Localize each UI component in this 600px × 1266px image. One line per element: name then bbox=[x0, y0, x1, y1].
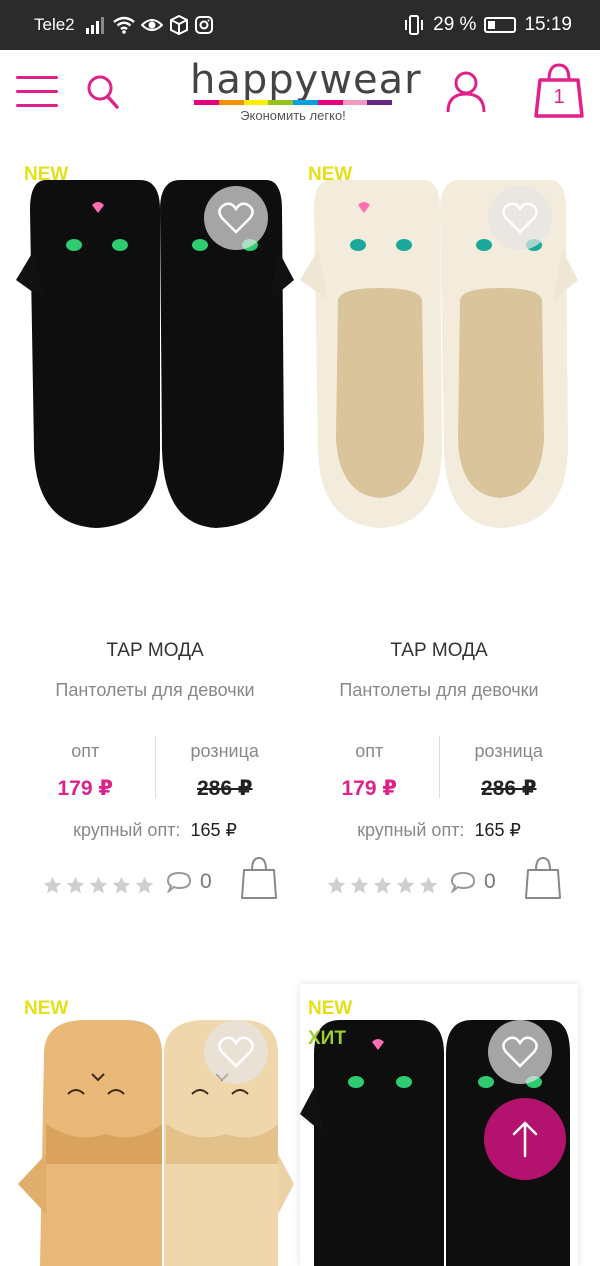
favorite-button[interactable] bbox=[488, 1020, 552, 1084]
heart-icon bbox=[502, 1036, 538, 1068]
favorite-button[interactable] bbox=[204, 186, 268, 250]
retail-value: 286 ₽ bbox=[481, 777, 537, 800]
status-icons bbox=[85, 15, 213, 35]
star-icon[interactable] bbox=[395, 875, 416, 896]
star-icon[interactable] bbox=[88, 875, 109, 896]
wholesale-price: опт 179 ₽ bbox=[16, 736, 155, 806]
menu-icon-line bbox=[16, 76, 58, 79]
slipper-left bbox=[18, 1020, 162, 1266]
battery-icon bbox=[484, 17, 517, 33]
star-icon[interactable] bbox=[65, 875, 86, 896]
heart-icon bbox=[218, 1036, 254, 1068]
arrow-up-icon bbox=[512, 1121, 538, 1158]
add-to-cart-button[interactable] bbox=[240, 856, 278, 900]
badge-new: NEW bbox=[308, 998, 353, 1019]
bulk-value: 165 ₽ bbox=[474, 820, 521, 840]
comments-count[interactable]: 0 bbox=[166, 870, 212, 894]
retail-price: розница 286 ₽ bbox=[440, 736, 579, 806]
heart-icon bbox=[218, 202, 254, 234]
product-card[interactable]: NEW ТАР МОДА Пантолеты для девочки опт 1… bbox=[300, 150, 578, 930]
product-photo[interactable]: NEW bbox=[300, 150, 578, 570]
bulk-price: крупный опт: 165 ₽ bbox=[16, 820, 294, 841]
retail-price: розница 286 ₽ bbox=[156, 736, 295, 806]
slipper-left bbox=[16, 180, 160, 528]
clock: 15:19 bbox=[524, 14, 572, 35]
favorite-button[interactable] bbox=[204, 1020, 268, 1084]
star-icon[interactable] bbox=[111, 875, 132, 896]
star-icon[interactable] bbox=[349, 875, 370, 896]
logo-color-stripe bbox=[194, 100, 392, 105]
site-logo[interactable]: happywear Экономить легко! bbox=[190, 57, 422, 123]
badge-new: NEW bbox=[24, 998, 69, 1019]
eye-icon bbox=[140, 19, 163, 31]
star-icon[interactable] bbox=[372, 875, 393, 896]
wifi-icon bbox=[112, 16, 135, 34]
comments-number: 0 bbox=[484, 870, 496, 893]
cube-icon bbox=[169, 15, 188, 35]
wholesale-label: опт bbox=[355, 741, 384, 761]
product-brand[interactable]: ТАР МОДА bbox=[16, 640, 294, 662]
retail-label: розница bbox=[474, 741, 543, 761]
status-bar: Tele2 29 % 15:19 bbox=[0, 0, 600, 50]
wholesale-price: опт 179 ₽ bbox=[300, 736, 439, 806]
product-name[interactable]: Пантолеты для девочки bbox=[300, 680, 578, 701]
retail-label: розница bbox=[190, 741, 259, 761]
star-icon[interactable] bbox=[42, 875, 63, 896]
slipper-left bbox=[300, 180, 442, 528]
menu-button[interactable] bbox=[16, 76, 58, 110]
product-photo[interactable]: NEW bbox=[16, 150, 294, 570]
logo-tagline: Экономить легко! bbox=[240, 108, 346, 123]
instagram-icon bbox=[194, 16, 213, 34]
badge-hit: ХИТ bbox=[308, 1028, 346, 1049]
bulk-label: крупный опт: bbox=[73, 820, 181, 840]
favorite-button[interactable] bbox=[488, 186, 552, 250]
wholesale-value: 179 ₽ bbox=[57, 777, 113, 800]
menu-icon-line bbox=[16, 104, 58, 107]
shopping-bag-icon bbox=[525, 856, 561, 899]
comments-number: 0 bbox=[200, 870, 212, 893]
battery-percent: 29 % bbox=[433, 14, 477, 35]
slipper-left bbox=[300, 1020, 444, 1266]
wholesale-label: опт bbox=[71, 741, 100, 761]
star-icon[interactable] bbox=[134, 875, 155, 896]
user-icon bbox=[446, 71, 486, 113]
logo-text: happywear bbox=[190, 57, 422, 103]
search-button[interactable] bbox=[86, 74, 120, 110]
retail-value: 286 ₽ bbox=[197, 777, 253, 800]
carrier-name: Tele2 bbox=[34, 15, 75, 34]
signal-icon bbox=[85, 17, 104, 34]
rating-stars[interactable] bbox=[42, 875, 155, 896]
product-card[interactable]: NEW ТАР МОДА Пантолеты для девочки опт 1… bbox=[16, 150, 294, 930]
bulk-value: 165 ₽ bbox=[190, 820, 237, 840]
shopping-bag-icon bbox=[241, 856, 277, 899]
cart-count: 1 bbox=[553, 86, 565, 108]
badge-new: NEW bbox=[24, 164, 69, 185]
product-photo[interactable]: NEW bbox=[16, 984, 294, 1266]
product-brand[interactable]: ТАР МОДА bbox=[300, 640, 578, 662]
price-block: опт 179 ₽ розница 286 ₽ bbox=[300, 736, 578, 806]
site-header: happywear Экономить легко! 1 bbox=[0, 50, 600, 140]
vibrate-icon bbox=[405, 15, 424, 35]
comment-icon bbox=[166, 871, 192, 893]
star-icon[interactable] bbox=[418, 875, 439, 896]
badge-new: NEW bbox=[308, 164, 353, 185]
star-icon[interactable] bbox=[326, 875, 347, 896]
heart-icon bbox=[502, 202, 538, 234]
account-button[interactable] bbox=[444, 70, 488, 114]
comments-count[interactable]: 0 bbox=[450, 870, 496, 894]
bulk-label: крупный опт: bbox=[357, 820, 465, 840]
comment-icon bbox=[450, 871, 476, 893]
wholesale-value: 179 ₽ bbox=[341, 777, 397, 800]
rating-stars[interactable] bbox=[326, 875, 439, 896]
product-card[interactable]: NEW bbox=[16, 984, 294, 1266]
add-to-cart-button[interactable] bbox=[524, 856, 562, 900]
price-block: опт 179 ₽ розница 286 ₽ bbox=[16, 736, 294, 806]
menu-icon-line bbox=[16, 90, 58, 93]
battery-level bbox=[488, 21, 496, 29]
search-icon bbox=[87, 75, 119, 109]
cart-button[interactable]: 1 bbox=[532, 62, 586, 120]
bulk-price: крупный опт: 165 ₽ bbox=[300, 820, 578, 841]
product-name[interactable]: Пантолеты для девочки bbox=[16, 680, 294, 701]
scroll-to-top-button[interactable] bbox=[484, 1098, 566, 1180]
